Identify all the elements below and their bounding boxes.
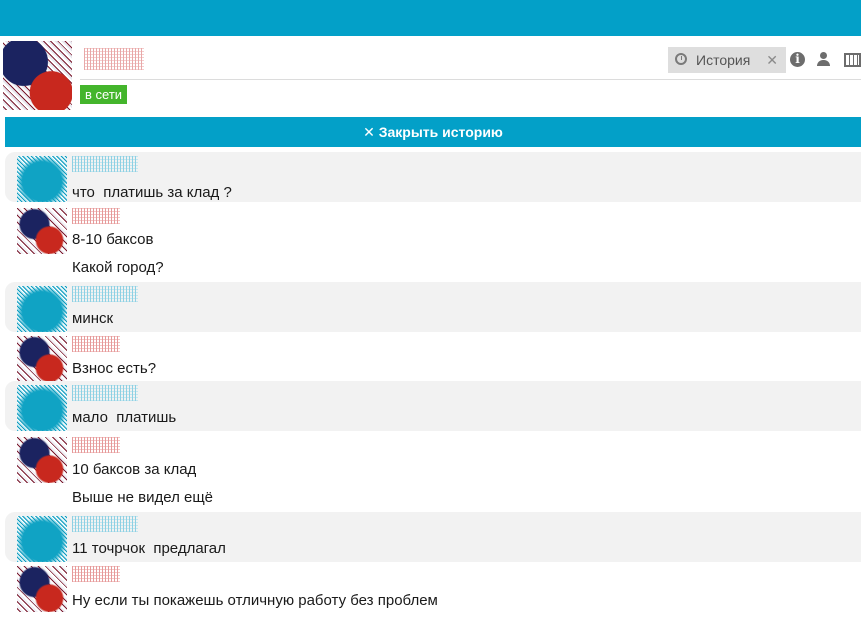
avatar[interactable]	[17, 156, 67, 202]
author-name-redacted	[72, 437, 120, 453]
avatar[interactable]	[17, 516, 67, 562]
message-text: 10 баксов за клад	[72, 461, 197, 478]
info-icon[interactable]: i	[790, 52, 805, 67]
message-text: минск	[72, 310, 114, 327]
message-text: Какой город?	[72, 259, 164, 276]
header-divider	[80, 79, 861, 80]
author-name-redacted	[72, 336, 120, 352]
message-text: что платишь за клад ?	[72, 184, 232, 201]
avatar[interactable]	[17, 437, 67, 483]
message-group: мало платишь	[5, 381, 861, 431]
author-name-redacted	[72, 566, 120, 582]
contact-header: в сети История ✕ i	[0, 36, 861, 116]
author-name-redacted	[72, 516, 138, 532]
author-name-redacted	[72, 385, 138, 401]
message-text: 11 точрчок предлагал	[72, 540, 226, 557]
message-group: 11 точрчок предлагал	[5, 512, 861, 562]
message-group: Ну если ты покажешь отличную работу без …	[5, 562, 861, 617]
contact-card-icon[interactable]	[817, 52, 832, 67]
message-group: что платишь за клад ?	[5, 152, 861, 202]
avatar[interactable]	[17, 208, 67, 254]
message-text: 8-10 баксов	[72, 231, 154, 248]
message-text: Выше не видел ещё	[72, 489, 214, 506]
message-text: мало платишь	[72, 409, 177, 426]
chat-history: что платишь за клад ? 8-10 баксов Какой …	[0, 147, 861, 617]
contact-avatar[interactable]	[3, 41, 72, 110]
message-text: Ну если ты покажешь отличную работу без …	[72, 592, 438, 609]
message-group: минск	[5, 282, 861, 332]
avatar[interactable]	[17, 385, 67, 431]
close-history-button[interactable]: ✕ Закрыть историю	[5, 117, 861, 147]
avatar[interactable]	[17, 286, 67, 332]
history-label: История	[696, 52, 751, 68]
calendar-icon[interactable]	[844, 53, 861, 67]
app-top-bar	[0, 0, 861, 36]
avatar[interactable]	[17, 566, 67, 612]
online-status-badge: в сети	[80, 85, 128, 104]
avatar[interactable]	[17, 336, 67, 382]
message-text: Взнос есть?	[72, 360, 157, 377]
author-name-redacted	[72, 156, 138, 172]
message-group: Взнос есть?	[5, 332, 861, 382]
author-name-redacted	[72, 286, 138, 302]
message-group: 8-10 баксов Какой город?	[5, 204, 861, 280]
history-button[interactable]: История ✕	[668, 47, 786, 73]
close-history-icon[interactable]: ✕	[766, 47, 778, 73]
author-name-redacted	[72, 208, 120, 224]
message-group: 10 баксов за клад Выше не видел ещё	[5, 433, 861, 509]
contact-name-redacted	[84, 48, 144, 70]
clock-icon	[675, 53, 687, 65]
